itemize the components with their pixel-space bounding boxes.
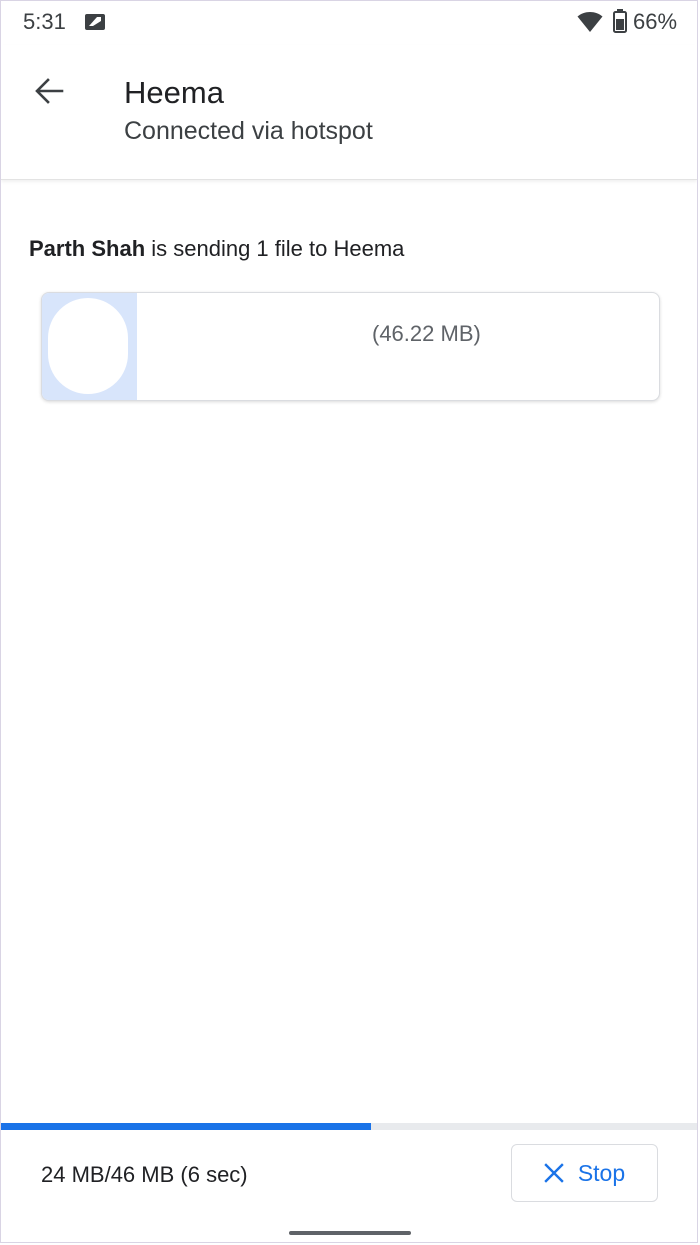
status-bar: 5:31 66% [1,1,697,45]
transfer-message-text: is sending 1 file to Heema [145,236,405,261]
wifi-icon [577,12,603,32]
sender-name: Parth Shah [29,236,146,261]
battery-icon [613,9,627,33]
file-thumbnail-circle [48,298,128,394]
arrow-back-icon [35,78,64,104]
transfer-progress-bar [1,1123,697,1130]
notification-icon [85,14,105,30]
file-card[interactable]: (46.22 MB) [41,292,660,401]
battery-percent: 66% [633,9,678,34]
connection-status: Connected via hotspot [124,117,373,145]
close-icon [544,1163,564,1183]
app-bar: Heema Connected via hotspot [1,45,697,180]
home-indicator[interactable] [289,1231,411,1235]
stop-button[interactable]: Stop [511,1144,658,1202]
transfer-message: Parth Shah is sending 1 file to Heema [29,236,404,262]
status-time: 5:31 [23,9,66,34]
transfer-progress-text: 24 MB/46 MB (6 sec) [41,1162,248,1187]
transfer-progress-fill [1,1123,371,1130]
page-title: Heema [124,75,224,110]
back-button[interactable] [25,67,73,115]
file-thumbnail [42,293,137,400]
stop-label: Stop [577,1159,626,1186]
share-screen: 5:31 66% Heema Connected via hotspot Par… [0,0,698,1243]
file-size: (46.22 MB) [372,321,481,346]
